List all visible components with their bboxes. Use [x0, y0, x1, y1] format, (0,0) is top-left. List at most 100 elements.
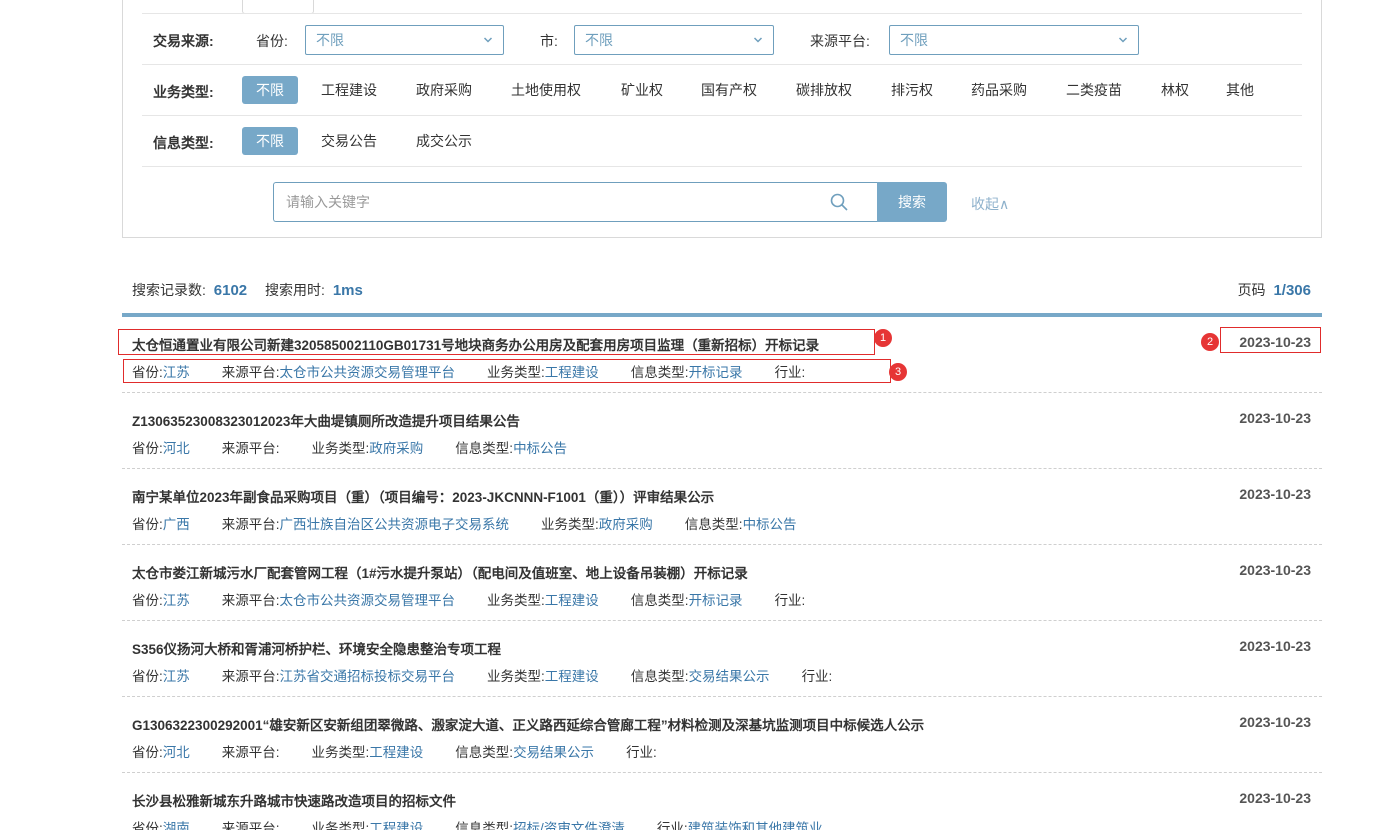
annotation-badge-3: 3: [889, 363, 907, 381]
meta-key: 来源平台:: [221, 441, 280, 456]
business-option-carbon[interactable]: 碳排放权: [796, 76, 852, 104]
row-divider: [142, 64, 1302, 65]
meta-key: 来源平台:: [221, 745, 280, 760]
info-option-unlimited[interactable]: 不限: [242, 127, 298, 155]
chevron-down-icon: [1118, 37, 1128, 43]
meta-field: 省份: 河北: [132, 741, 190, 761]
meta-value-link[interactable]: 开标记录: [689, 589, 743, 609]
result-meta-row: 省份: 河北 来源平台: 业务类型: 工程建设 信息类型: 交易结果公示 行业:: [132, 741, 689, 761]
result-date: 2023-10-23: [1239, 410, 1311, 426]
meta-value-link[interactable]: 江苏: [163, 589, 190, 609]
business-option-forest[interactable]: 林权: [1161, 76, 1189, 104]
pagination-summary: 页码 1/306: [1238, 280, 1311, 300]
meta-field: 省份: 江苏: [132, 665, 190, 685]
business-option-pollutant[interactable]: 排污权: [891, 76, 933, 104]
collapse-link[interactable]: 收起∧: [971, 194, 1009, 214]
meta-value-link[interactable]: 政府采购: [369, 437, 423, 457]
business-option-unlimited[interactable]: 不限: [242, 76, 298, 104]
meta-value-link[interactable]: 政府采购: [599, 513, 653, 533]
province-label: 省份:: [256, 33, 288, 49]
row-divider: [142, 166, 1302, 167]
meta-field: 省份: 湖南: [132, 817, 190, 830]
result-title-link[interactable]: 太仓市娄江新城污水厂配套管网工程（1#污水提升泵站）（配电间及值班室、地上设备吊…: [132, 562, 748, 582]
meta-value-link[interactable]: 工程建设: [545, 665, 599, 685]
chevron-down-icon: [483, 37, 493, 43]
meta-field: 来源平台: 江苏省交通招标投标交易平台: [222, 665, 455, 685]
page-label: 页码: [1237, 282, 1266, 298]
meta-key: 业务类型:: [311, 441, 370, 456]
meta-value-link[interactable]: 工程建设: [369, 817, 423, 830]
meta-key: 来源平台:: [221, 517, 280, 532]
search-button[interactable]: 搜索: [877, 182, 947, 222]
result-date: 2023-10-23: [1239, 562, 1311, 578]
meta-value-link[interactable]: 招标/资审文件澄清: [513, 817, 625, 830]
meta-key: 信息类型:: [630, 593, 689, 608]
info-option-deal-notice[interactable]: 成交公示: [416, 127, 472, 155]
annotation-box-title: [118, 329, 875, 355]
search-icon[interactable]: [829, 192, 849, 212]
result-title-link[interactable]: G1306322300292001“雄安新区安新组团翠微路、溵家淀大道、正义路西…: [132, 714, 924, 734]
search-summary: 搜索记录数: 6102 搜索用时: 1ms: [132, 280, 363, 300]
business-option-state-property[interactable]: 国有产权: [701, 76, 757, 104]
province-select[interactable]: 不限: [305, 25, 504, 55]
meta-key: 省份:: [132, 669, 163, 684]
meta-value-link[interactable]: 广西壮族自治区公共资源电子交易系统: [280, 513, 510, 533]
search-input[interactable]: [273, 182, 877, 222]
meta-value-link[interactable]: 广西: [163, 513, 190, 533]
result-date: 2023-10-23: [1239, 638, 1311, 654]
meta-field: 来源平台:: [222, 437, 280, 457]
business-option-vaccine[interactable]: 二类疫苗: [1066, 76, 1122, 104]
meta-key: 信息类型:: [684, 517, 743, 532]
source-label: 交易来源:: [153, 33, 214, 49]
meta-key: 业务类型:: [487, 669, 545, 684]
meta-value-link[interactable]: 工程建设: [545, 589, 599, 609]
meta-key: 业务类型:: [311, 745, 370, 760]
meta-value-link[interactable]: 交易结果公示: [513, 741, 594, 761]
result-title-link[interactable]: 南宁某单位2023年副食品采购项目（重）（项目编号：2023-JKCNNN-F1…: [132, 486, 714, 506]
business-option-drug-procurement[interactable]: 药品采购: [971, 76, 1027, 104]
platform-select[interactable]: 不限: [889, 25, 1139, 55]
meta-key: 行业:: [801, 669, 833, 684]
meta-field: 信息类型: 开标记录: [631, 589, 743, 609]
meta-value-link[interactable]: 河北: [163, 741, 190, 761]
result-title-link[interactable]: Z13063523008323012023年大曲堤镇厕所改造提升项目结果公告: [132, 410, 520, 430]
meta-value-link[interactable]: 江苏省交通招标投标交易平台: [280, 665, 456, 685]
meta-value-link[interactable]: 交易结果公示: [689, 665, 770, 685]
search-time-value: 1ms: [332, 282, 363, 299]
meta-field: 省份: 江苏: [132, 589, 190, 609]
business-option-other[interactable]: 其他: [1226, 76, 1254, 104]
meta-key: 业务类型:: [487, 593, 545, 608]
meta-value-link[interactable]: 江苏: [163, 665, 190, 685]
meta-value-link[interactable]: 中标公告: [513, 437, 567, 457]
result-title-link[interactable]: S356仪扬河大桥和胥浦河桥护栏、环境安全隐患整治专项工程: [132, 638, 501, 658]
business-option-mining[interactable]: 矿业权: [621, 76, 663, 104]
platform-select-value: 不限: [900, 32, 928, 48]
meta-field: 信息类型: 中标公告: [455, 437, 567, 457]
meta-field: 行业: 建筑装饰和其他建筑业: [657, 817, 823, 830]
annotation-box-date: [1220, 327, 1321, 353]
meta-field: 业务类型: 工程建设: [312, 817, 424, 830]
city-select[interactable]: 不限: [574, 25, 774, 55]
meta-value-link[interactable]: 中标公告: [743, 513, 797, 533]
meta-value-link[interactable]: 工程建设: [369, 741, 423, 761]
meta-key: 行业:: [626, 745, 657, 760]
meta-value-link[interactable]: 建筑装饰和其他建筑业: [688, 817, 823, 830]
result-meta-row: 省份: 江苏 来源平台: 太仓市公共资源交易管理平台 业务类型: 工程建设 信息类型: 开标记…: [132, 589, 837, 609]
business-option-gov-procurement[interactable]: 政府采购: [416, 76, 472, 104]
business-option-land-use[interactable]: 土地使用权: [511, 76, 581, 104]
result-item: 南宁某单位2023年副食品采购项目（重）（项目编号：2023-JKCNNN-F1…: [122, 469, 1322, 545]
meta-field: 业务类型: 政府采购: [541, 513, 653, 533]
meta-value-link[interactable]: 太仓市公共资源交易管理平台: [280, 589, 456, 609]
result-item: Z13063523008323012023年大曲堤镇厕所改造提升项目结果公告 20…: [122, 393, 1322, 469]
business-type-label: 业务类型:: [153, 84, 214, 100]
meta-value-link[interactable]: 河北: [163, 437, 190, 457]
result-meta-row: 省份: 河北 来源平台: 业务类型: 政府采购 信息类型: 中标公告: [132, 437, 599, 457]
info-option-trade-notice[interactable]: 交易公告: [321, 127, 377, 155]
meta-value-link[interactable]: 湖南: [163, 817, 190, 830]
result-item: 太仓市娄江新城污水厂配套管网工程（1#污水提升泵站）（配电间及值班室、地上设备吊…: [122, 545, 1322, 621]
search-time-label: 搜索用时:: [265, 282, 325, 298]
meta-key: 省份:: [132, 821, 163, 830]
row-divider: [142, 115, 1302, 116]
result-title-link[interactable]: 长沙县松雅新城东升路城市快速路改造项目的招标文件: [132, 790, 456, 810]
business-option-construction[interactable]: 工程建设: [321, 76, 377, 104]
